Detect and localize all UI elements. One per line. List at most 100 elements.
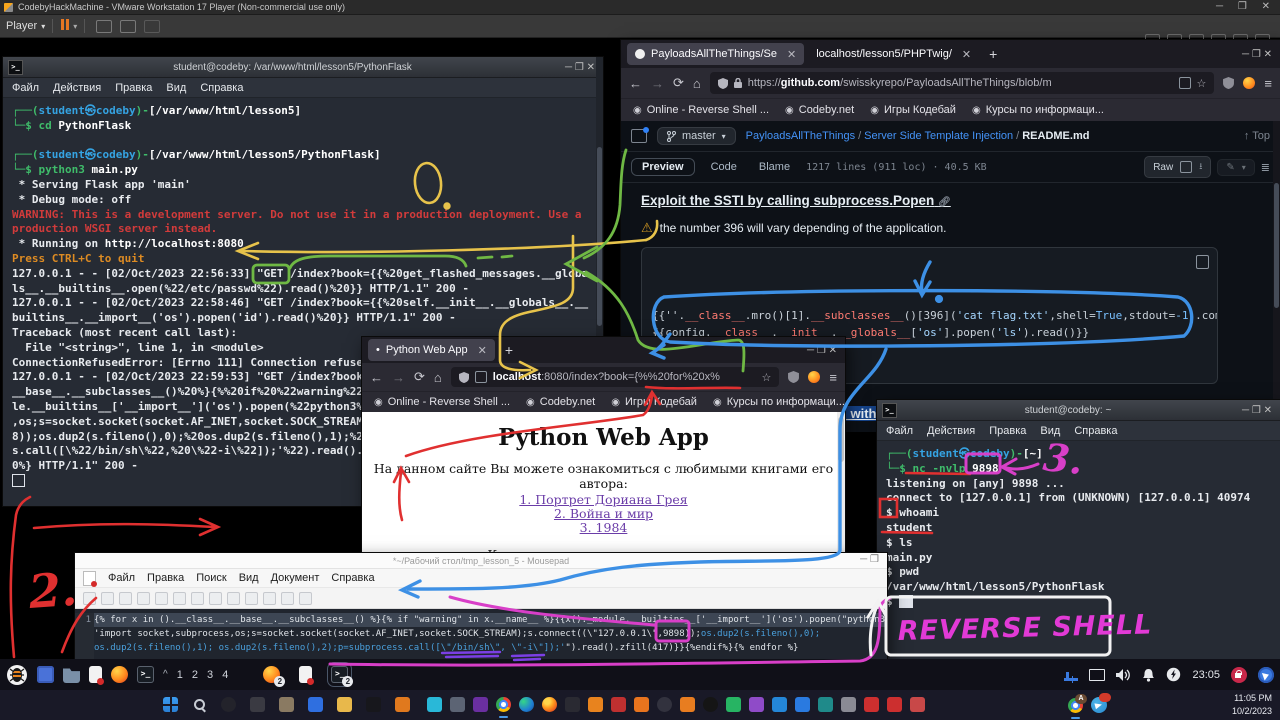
taskbar-app-icon[interactable] xyxy=(634,697,649,712)
taskbar-app-icon[interactable] xyxy=(542,697,557,712)
tab-localhost-phptwig[interactable]: localhost/lesson5/PHPTwig/✕ xyxy=(808,43,979,65)
url-bar[interactable]: localhost:8080/index?book={%%20for%20x% … xyxy=(451,367,780,387)
menu-item[interactable]: Справка xyxy=(1074,425,1117,437)
telegram-tray-icon[interactable] xyxy=(1091,697,1107,713)
taskbar-app-icon[interactable] xyxy=(163,697,178,712)
url-bar[interactable]: https://github.com/swisskyrepo/PayloadsA… xyxy=(710,72,1215,94)
tab-payloadsallthethings[interactable]: PayloadsAllTheThings/Se✕ xyxy=(627,43,804,65)
tracking-shield-icon[interactable] xyxy=(718,78,728,89)
taskbar-app-icon[interactable] xyxy=(657,697,672,712)
book-link[interactable]: 1. Портрет Дориана Грея xyxy=(519,492,687,507)
sidebar-toggle-icon[interactable] xyxy=(631,129,647,143)
firefox-account-icon[interactable] xyxy=(1243,77,1255,89)
updates-icon[interactable] xyxy=(1258,667,1274,683)
network-activity-icon[interactable] xyxy=(1064,669,1078,681)
menu-item[interactable]: Файл xyxy=(108,572,135,584)
vm-clock[interactable]: 23:05 xyxy=(1192,669,1220,681)
section-heading[interactable]: Exploit the SSTI by calling subprocess.P… xyxy=(641,193,1280,208)
home-icon[interactable]: ⌂ xyxy=(434,370,442,385)
menu-item[interactable]: Вид xyxy=(1040,425,1060,437)
tracking-shield-icon[interactable] xyxy=(459,372,469,383)
text-editor-icon[interactable] xyxy=(89,666,102,683)
page-info-icon[interactable] xyxy=(475,371,487,383)
taskbar-app-icon[interactable] xyxy=(887,697,902,712)
back-to-top-link[interactable]: ↑ Top xyxy=(1244,130,1270,142)
taskbar-app-icon[interactable] xyxy=(588,697,603,712)
reload-icon[interactable]: ⟳ xyxy=(414,369,425,385)
toolbar-icon[interactable] xyxy=(245,592,258,605)
taskbar-app-icon[interactable] xyxy=(496,697,511,712)
toolbar-icon[interactable] xyxy=(281,592,294,605)
suspend-caret-icon[interactable]: ▾ xyxy=(73,22,77,31)
window-controls[interactable]: ─ ❐ xyxy=(852,554,887,565)
outline-icon[interactable]: ≣ xyxy=(1261,161,1270,174)
fullscreen-icon[interactable] xyxy=(120,20,136,33)
taskbar-app-icon[interactable] xyxy=(221,697,236,712)
bookmark-item[interactable]: ◉Курсы по информаци... xyxy=(972,104,1104,116)
branch-selector[interactable]: master ▾ xyxy=(657,127,736,145)
toolbar-icon[interactable] xyxy=(83,592,96,605)
close-tab-icon[interactable]: ✕ xyxy=(787,48,796,61)
firefox-account-icon[interactable] xyxy=(808,371,820,383)
kali-bug-menu-icon[interactable] xyxy=(6,664,28,686)
taskbar-app-icon[interactable] xyxy=(726,697,741,712)
taskbar-terminal-running[interactable]: >_2 xyxy=(331,666,348,683)
reload-icon[interactable]: ⟳ xyxy=(673,75,684,91)
workspace-switcher[interactable]: 1 2 3 4 xyxy=(177,669,232,681)
panel-expand-icon[interactable]: ^ xyxy=(163,669,168,680)
taskbar-app-icon[interactable] xyxy=(308,697,323,712)
toolbar-icon[interactable] xyxy=(173,592,186,605)
volume-icon[interactable] xyxy=(1116,668,1131,682)
show-desktop-icon[interactable] xyxy=(37,666,54,683)
player-menu-caret-icon[interactable]: ▾ xyxy=(41,22,45,31)
menu-item[interactable]: Файл xyxy=(12,82,39,94)
taskbar-firefox-running[interactable]: 2 xyxy=(263,666,280,683)
taskbar-app-icon[interactable] xyxy=(680,697,695,712)
menu-item[interactable]: Правка xyxy=(115,82,152,94)
toolbar-icon[interactable] xyxy=(299,592,312,605)
scrollbar[interactable] xyxy=(1273,121,1280,432)
taskbar-mousepad-running[interactable] xyxy=(299,666,312,683)
bookmark-item[interactable]: ◉Игры Кодебай xyxy=(870,104,956,116)
toolbar-icon[interactable] xyxy=(137,592,150,605)
chrome-tray-icon[interactable]: A xyxy=(1068,698,1083,713)
bookmark-star-icon[interactable]: ☆ xyxy=(1197,77,1207,90)
taskbar-app-icon[interactable] xyxy=(841,697,856,712)
taskbar-app-icon[interactable] xyxy=(337,697,352,712)
window-controls[interactable]: ─ ❐ ✕ xyxy=(1234,405,1280,416)
menu-item[interactable]: Справка xyxy=(331,572,374,584)
taskbar-app-icon[interactable] xyxy=(250,697,265,712)
download-icon[interactable]: ⭳ xyxy=(1199,159,1202,175)
taskbar-app-icon[interactable] xyxy=(427,697,442,712)
taskbar-app-icon[interactable] xyxy=(395,697,410,712)
menu-item[interactable]: Вид xyxy=(239,572,259,584)
toolbar-icon[interactable] xyxy=(191,592,204,605)
bookmark-item[interactable]: ◉Codeby.net xyxy=(785,104,854,116)
taskbar-app-icon[interactable] xyxy=(279,697,294,712)
bookmark-item[interactable]: ◉Online - Reverse Shell ... xyxy=(633,104,769,116)
ctrl-alt-del-icon[interactable] xyxy=(96,20,112,33)
menu-item[interactable]: Действия xyxy=(53,82,101,94)
close-tab-icon[interactable]: ✕ xyxy=(962,48,971,61)
menu-hamburger-icon[interactable]: ≡ xyxy=(1264,76,1272,91)
tab-code[interactable]: Code xyxy=(705,159,743,175)
terminal-titlebar[interactable]: >_ student@codeby: /var/www/html/lesson5… xyxy=(3,57,603,78)
power-manager-icon[interactable] xyxy=(1166,667,1181,682)
taskbar-app-icon[interactable] xyxy=(473,697,488,712)
copy-code-icon[interactable] xyxy=(1196,255,1209,269)
close-tab-icon[interactable]: ✕ xyxy=(478,344,487,357)
breadcrumb-dir-link[interactable]: Server Side Template Injection xyxy=(864,130,1013,142)
menu-item[interactable]: Поиск xyxy=(196,572,226,584)
bookmark-star-icon[interactable]: ☆ xyxy=(762,371,772,384)
terminal-output[interactable]: ┌──(student㉿codeby)-[~]└─$ nc -nvlp 9898… xyxy=(877,441,1280,661)
toolbar-icon[interactable] xyxy=(227,592,240,605)
toolbar-icon[interactable] xyxy=(101,592,114,605)
taskbar-app-icon[interactable] xyxy=(703,697,718,712)
anchor-link-icon[interactable]: 🔗︎ xyxy=(938,197,951,208)
taskbar-app-icon[interactable] xyxy=(450,697,465,712)
player-menu[interactable]: Player xyxy=(6,20,37,32)
ublock-shield-icon[interactable] xyxy=(788,371,799,383)
bookmark-item[interactable]: ◉Online - Reverse Shell ... xyxy=(374,396,510,408)
screen-lock-icon[interactable] xyxy=(1231,667,1247,683)
menu-item[interactable]: Действия xyxy=(927,425,975,437)
